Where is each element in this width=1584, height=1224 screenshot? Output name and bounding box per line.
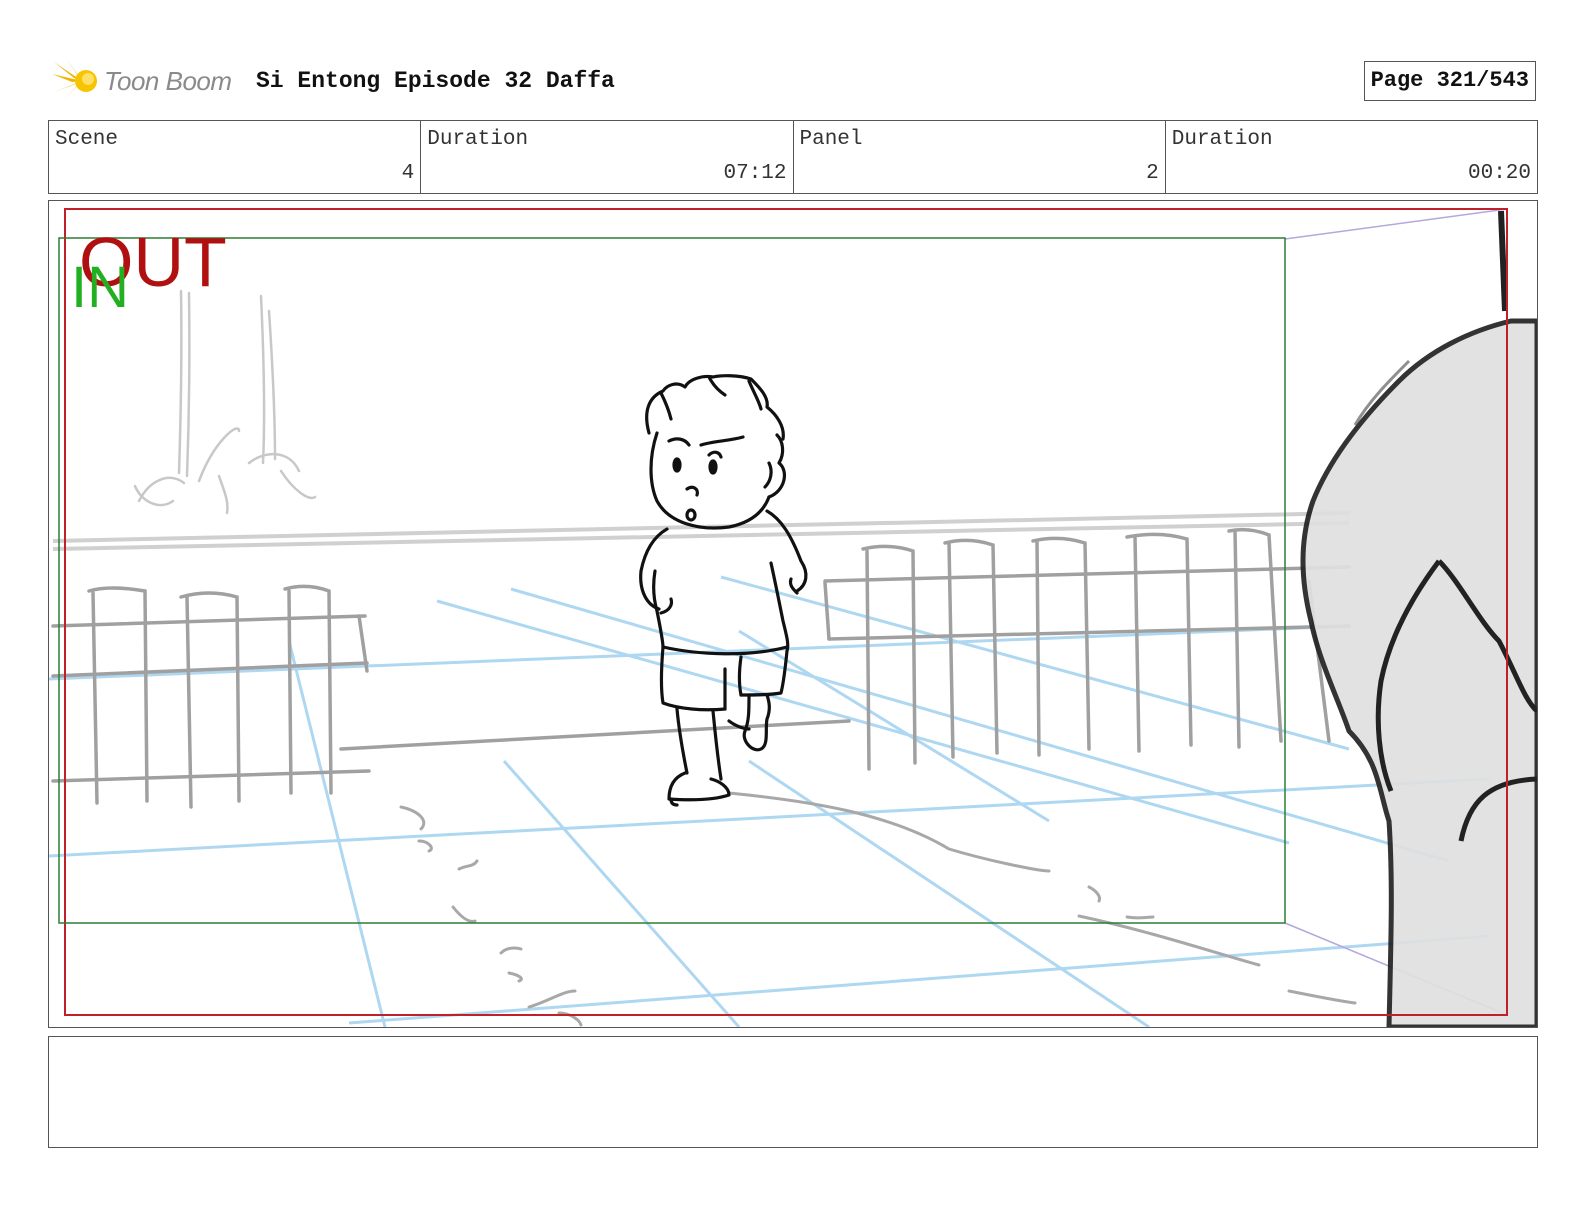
scene-cell: Scene 4 xyxy=(49,121,422,193)
scene-duration-cell: Duration 07:12 xyxy=(421,121,794,193)
scene-label: Scene xyxy=(55,128,119,151)
panel-label: Panel xyxy=(799,128,863,151)
panel-duration-cell: Duration 00:20 xyxy=(1166,121,1537,193)
panel-duration-value: 00:20 xyxy=(1467,162,1531,185)
character-sketch xyxy=(639,374,808,807)
scene-duration-value: 07:12 xyxy=(723,162,787,185)
panel-drawing xyxy=(49,208,1537,1027)
ground-shadows xyxy=(399,791,1357,1027)
in-frame xyxy=(58,237,1286,924)
out-frame xyxy=(64,208,1508,1016)
panel-value: 2 xyxy=(1146,162,1159,185)
panel-notes-box xyxy=(48,1036,1538,1148)
background-bush xyxy=(133,289,317,515)
scene-duration-label: Duration xyxy=(427,128,529,151)
foreground-figure xyxy=(1300,210,1537,1027)
left-fence xyxy=(51,584,851,809)
scene-value: 4 xyxy=(401,162,415,185)
page-header: Toon Boom Si Entong Episode 32 Daffa Pag… xyxy=(52,56,1536,106)
logo-text: Toon Boom xyxy=(104,66,232,96)
toon-boom-logo: Toon Boom xyxy=(52,56,242,106)
horizon-rails xyxy=(52,511,1350,551)
page-counter: Page 321/543 xyxy=(1363,61,1536,101)
sunburst-icon xyxy=(52,58,97,102)
document-title: Si Entong Episode 32 Daffa xyxy=(256,68,615,94)
scene-info-bar: Scene 4 Duration 07:12 Panel 2 Duration … xyxy=(48,120,1538,194)
storyboard-panel: OUT IN xyxy=(48,200,1538,1028)
perspective-guides xyxy=(49,575,1490,1027)
panel-duration-label: Duration xyxy=(1171,128,1273,151)
panel-cell: Panel 2 xyxy=(794,121,1166,193)
in-marker: IN xyxy=(71,255,129,320)
